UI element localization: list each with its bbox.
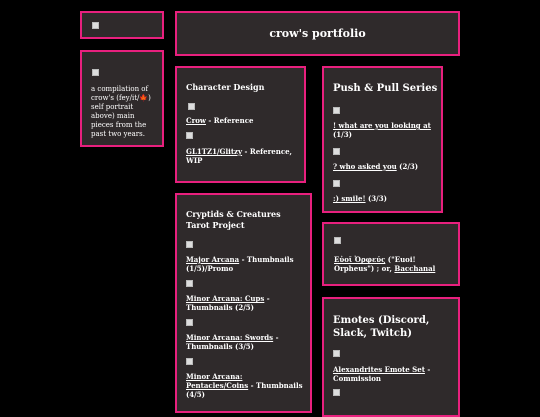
link-major-arcana[interactable]: Major Arcana [186,255,239,264]
emotes-box: Emotes (Discord, Slack, Twitch) Alexandr… [322,297,460,417]
item-suffix: (2/3) [396,162,419,171]
link-who-asked-you[interactable]: ? who asked you [333,162,397,171]
list-item: Crow - Reference [186,116,298,125]
link-bacchanal[interactable]: Bacchanal [394,264,435,273]
header-box: crow's portfolio [175,11,460,56]
section-title: Push & Pull Series [333,83,438,94]
broken-image-icon [333,389,340,396]
broken-image-icon [186,241,193,248]
link-smile[interactable]: :) smile! [333,194,366,203]
euoi-box: Εὐοῖ Ὀρφεύς ("Euoi! Orpheus") ; or, Bacc… [322,222,460,286]
broken-image-icon [333,107,340,114]
list-item: Alexandrites Emote Set - Commission [333,365,451,383]
character-design-box: Character Design Crow - Reference GL1TZ1… [175,66,306,183]
broken-image-icon [92,22,99,29]
list-item: GL1TZ1/Glitzy - Reference, WIP [186,147,298,165]
broken-image-icon [186,319,193,326]
item-suffix: (3/3) [365,194,387,203]
euoi-text: Εὐοῖ Ὀρφεύς ("Euoi! Orpheus") ; or, Bacc… [334,255,454,273]
avatar-box [80,11,164,39]
item-suffix: (1/3) [333,130,352,139]
link-euoi-orpheus[interactable]: Εὐοῖ Ὀρφεύς [334,255,385,264]
broken-image-icon [186,280,193,287]
broken-image-icon [186,132,193,139]
broken-image-icon [334,237,341,244]
section-title: Cryptids & Creatures Tarot Project [186,209,281,230]
link-crow[interactable]: Crow [186,116,206,125]
link-what-are-you-looking-at[interactable]: ! what are you looking at [333,121,431,130]
broken-image-icon [333,350,340,357]
section-title: Emotes (Discord, Slack, Twitch) [333,315,430,339]
broken-image-icon [333,148,340,155]
page-title: crow's portfolio [269,27,366,40]
push-pull-box: Push & Pull Series ! what are you lookin… [322,66,443,213]
link-glitzy[interactable]: GL1TZ1/Glitzy [186,147,242,156]
tarot-box: Cryptids & Creatures Tarot Project Major… [175,193,312,413]
broken-image-icon [186,358,193,365]
section-title: Character Design [186,82,265,92]
broken-image-icon [188,103,195,110]
list-item: ! what are you looking at (1/3) [333,121,439,139]
sidebar-box: a compilation of crow's (fey/it/🍁) self … [80,50,164,147]
item-suffix: - Reference [205,116,254,125]
link-alexandrites-emote-set[interactable]: Alexandrites Emote Set [333,365,425,374]
broken-image-icon [333,180,340,187]
list-item: :) smile! (3/3) [333,194,439,203]
list-item: Minor Arcana: Pentacles/Coins - Thumbnai… [186,372,304,399]
link-minor-arcana-pentacles[interactable]: Minor Arcana: Pentacles/Coins [186,372,248,390]
list-item: ? who asked you (2/3) [333,162,439,171]
sidebar-description: a compilation of crow's (fey/it/🍁) self … [91,85,151,138]
link-minor-arcana-swords[interactable]: Minor Arcana: Swords [186,333,273,342]
broken-image-icon [92,69,99,76]
list-item: Minor Arcana: Swords - Thumbnails (3/5) [186,333,304,351]
link-minor-arcana-cups[interactable]: Minor Arcana: Cups [186,294,264,303]
list-item: Minor Arcana: Cups - Thumbnails (2/5) [186,294,304,312]
list-item: Major Arcana - Thumbnails (1/5)/Promo [186,255,304,273]
